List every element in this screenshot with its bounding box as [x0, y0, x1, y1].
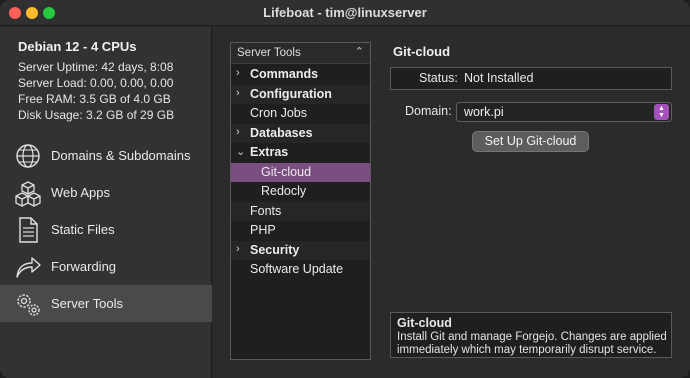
tool-row-label: Software Update [250, 262, 344, 276]
tool-row-extras[interactable]: ⌄ Extras [231, 143, 370, 163]
select-arrows-icon: ▲ ▼ [654, 104, 669, 120]
tool-row-php[interactable]: PHP [231, 221, 370, 241]
tool-row-label: Fonts [250, 203, 282, 218]
chevron-right-icon[interactable]: › [236, 126, 240, 138]
sidebar-item-static-files[interactable]: Static Files [0, 211, 212, 248]
panel-title: Git-cloud [393, 44, 451, 59]
tools-list-header[interactable]: Server Tools ⌃ [231, 43, 370, 64]
disk-usage: Disk Usage: 3.2 GB of 29 GB [18, 108, 175, 122]
domain-label: Domain: [405, 104, 452, 118]
sidebar-item-label: Static Files [51, 222, 115, 237]
domain-select[interactable]: work.pi ▲ ▼ [456, 102, 672, 122]
status-value: Not Installed [464, 71, 534, 85]
globe-icon [16, 144, 40, 168]
tool-row-label: Extras [250, 145, 289, 159]
sidebar: Debian 12 - 4 CPUs Server Uptime: 42 day… [0, 27, 212, 378]
sidebar-item-label: Server Tools [51, 296, 124, 311]
chevron-up-icon: ⌃ [354, 46, 364, 58]
tool-row-commands[interactable]: › Commands [231, 65, 370, 85]
cubes-icon [15, 181, 41, 207]
document-icon [19, 217, 38, 243]
description-box: Git-cloud Install Git and manage Forgejo… [390, 312, 672, 358]
tool-row-security[interactable]: › Security [231, 240, 370, 260]
sidebar-item-label: Forwarding [51, 259, 117, 274]
sidebar-item-forwarding[interactable]: Forwarding [0, 248, 212, 285]
server-tools-list: Server Tools ⌃ › Commands › Configuration Cr… [230, 42, 371, 360]
tool-row-git-cloud[interactable]: Git-cloud [231, 162, 370, 182]
tool-row-label: Configuration [250, 86, 332, 101]
domain-select-value: work.pi [464, 105, 504, 119]
tool-row-label: Cron Jobs [250, 106, 307, 120]
description-title: Git-cloud [397, 316, 452, 330]
tool-row-label: Security [250, 242, 300, 257]
server-load: Server Load: 0.00, 0.00, 0.00 [18, 76, 174, 90]
description-text: Install Git and manage Forgejo. Changes … [397, 331, 667, 356]
sidebar-item-server-tools[interactable]: Server Tools [0, 285, 212, 322]
tools-list-header-label: Server Tools [237, 47, 301, 59]
tool-row-databases[interactable]: › Databases [231, 123, 370, 143]
window-title: Lifeboat - tim@linuxserver [263, 5, 427, 20]
chevron-right-icon[interactable]: › [236, 87, 240, 99]
tool-row-label: Commands [250, 67, 319, 81]
sidebar-item-web-apps[interactable]: Web Apps [0, 174, 212, 211]
app-window: Lifeboat - tim@linuxserver Debian 12 - 4… [0, 0, 690, 378]
tool-row-cron-jobs[interactable]: Cron Jobs [231, 104, 370, 124]
chevron-down-icon[interactable]: ⌄ [236, 145, 245, 158]
set-up-button[interactable]: Set Up Git-cloud [472, 131, 589, 152]
free-ram: Free RAM: 3.5 GB of 4.0 GB [18, 92, 171, 106]
tool-row-configuration[interactable]: › Configuration [231, 84, 370, 104]
status-label: Status: [419, 71, 458, 85]
tool-row-fonts[interactable]: Fonts [231, 201, 370, 221]
tool-row-label: Databases [250, 125, 313, 140]
server-uptime: Server Uptime: 42 days, 8:08 [18, 60, 174, 74]
tool-row-software-update[interactable]: Software Update [231, 260, 370, 280]
gears-icon [17, 294, 40, 316]
title-bar: Lifeboat - tim@linuxserver [0, 0, 690, 26]
chevron-right-icon[interactable]: › [236, 67, 240, 79]
forward-arrow-icon [16, 257, 41, 278]
server-name: Debian 12 - 4 CPUs [18, 39, 137, 54]
sidebar-item-domains[interactable]: Domains & Subdomains [0, 137, 212, 174]
sidebar-item-label: Domains & Subdomains [51, 148, 191, 163]
tool-row-redocly[interactable]: Redocly [231, 182, 370, 202]
status-box: Status: Not Installed [390, 67, 672, 90]
chevron-right-icon[interactable]: › [236, 243, 240, 255]
tool-row-label: Redocly [261, 184, 307, 198]
tool-row-label: PHP [250, 223, 276, 237]
sidebar-item-label: Web Apps [51, 185, 111, 200]
tool-row-label: Git-cloud [261, 164, 312, 179]
